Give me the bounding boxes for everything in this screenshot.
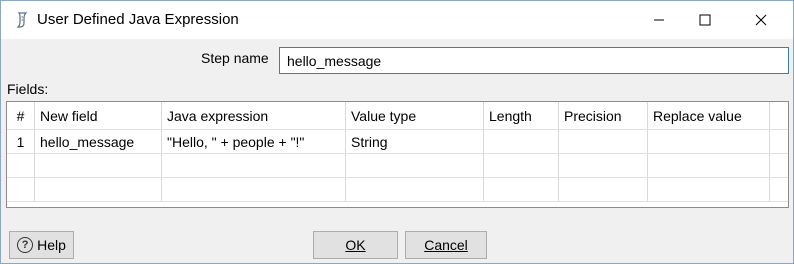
cell-new-field[interactable] xyxy=(35,154,162,177)
maximize-icon xyxy=(699,14,711,26)
cell-replace-value[interactable] xyxy=(648,154,770,177)
cell-java-expression[interactable]: "Hello, " + people + "!" xyxy=(162,130,346,153)
question-circle-icon: ? xyxy=(17,237,34,253)
column-header-java-expression[interactable]: Java expression xyxy=(162,102,346,129)
cell-length[interactable] xyxy=(484,154,559,177)
row-index xyxy=(7,154,35,177)
column-header-precision[interactable]: Precision xyxy=(559,102,648,129)
column-header-filler xyxy=(770,102,788,129)
cell-length[interactable] xyxy=(484,130,559,153)
fields-table[interactable]: # New field Java expression Value type L… xyxy=(6,101,789,208)
ok-button-label: OK xyxy=(345,237,366,253)
table-row-empty[interactable] xyxy=(7,178,788,202)
cell-precision[interactable] xyxy=(559,178,648,201)
window-title: User Defined Java Expression xyxy=(37,11,239,28)
cell-filler xyxy=(770,178,788,201)
cell-new-field[interactable]: hello_message xyxy=(35,130,162,153)
table-row[interactable]: 1 hello_message "Hello, " + people + "!"… xyxy=(7,130,788,154)
cell-filler xyxy=(770,154,788,177)
cell-replace-value[interactable] xyxy=(648,178,770,201)
help-button[interactable]: ? Help xyxy=(9,231,74,259)
close-button[interactable] xyxy=(738,1,784,39)
cell-value-type[interactable] xyxy=(346,154,484,177)
cell-filler xyxy=(770,130,788,153)
cell-value-type[interactable]: String xyxy=(346,130,484,153)
column-header-index[interactable]: # xyxy=(7,102,35,129)
column-header-value-type[interactable]: Value type xyxy=(346,102,484,129)
step-name-label: Step name xyxy=(201,50,269,66)
table-header: # New field Java expression Value type L… xyxy=(7,102,788,130)
cancel-button-label: Cancel xyxy=(424,237,468,253)
cell-precision[interactable] xyxy=(559,130,648,153)
help-button-label: Help xyxy=(37,237,66,253)
maximize-button[interactable] xyxy=(682,1,728,39)
minimize-icon xyxy=(654,19,664,21)
cell-value-type[interactable] xyxy=(346,178,484,201)
minimize-button[interactable] xyxy=(636,1,682,39)
cell-length[interactable] xyxy=(484,178,559,201)
cell-new-field[interactable] xyxy=(35,178,162,201)
cell-replace-value[interactable] xyxy=(648,130,770,153)
fields-label: Fields: xyxy=(7,81,49,97)
ok-button[interactable]: OK xyxy=(313,231,398,259)
table-row-empty[interactable] xyxy=(7,154,788,178)
title-bar[interactable]: User Defined Java Expression xyxy=(1,1,793,39)
row-index: 1 xyxy=(7,130,35,153)
step-name-input[interactable] xyxy=(279,47,789,74)
cancel-button[interactable]: Cancel xyxy=(405,231,487,259)
cell-java-expression[interactable] xyxy=(162,154,346,177)
cell-java-expression[interactable] xyxy=(162,178,346,201)
column-header-replace-value[interactable]: Replace value xyxy=(648,102,770,129)
java-script-icon xyxy=(16,12,28,28)
close-icon xyxy=(755,14,767,26)
row-index xyxy=(7,178,35,201)
cell-precision[interactable] xyxy=(559,154,648,177)
column-header-length[interactable]: Length xyxy=(484,102,559,129)
column-header-new-field[interactable]: New field xyxy=(35,102,162,129)
dialog-window: User Defined Java Expression Step name F… xyxy=(0,0,794,264)
